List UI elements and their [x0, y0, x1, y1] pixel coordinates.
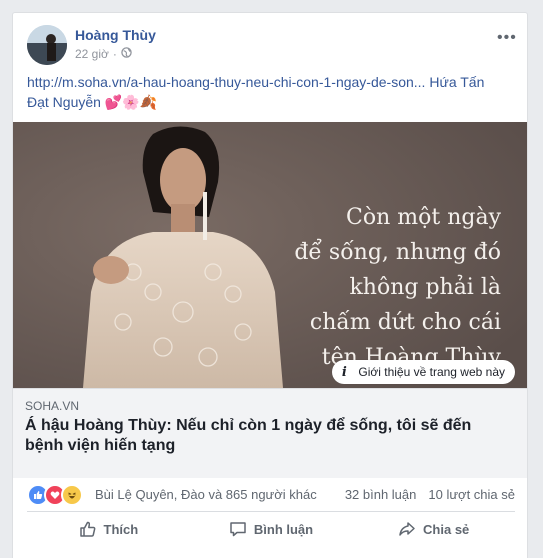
avatar[interactable]	[27, 25, 67, 65]
haha-icon	[61, 484, 83, 506]
post-emoji: 💕🌸🍂	[104, 94, 158, 110]
more-options-icon[interactable]: •••	[497, 30, 516, 47]
post-link[interactable]: http://m.soha.vn/a-hau-hoang-thuy-neu-ch…	[27, 74, 425, 90]
post-card: Hoàng Thùy 22 giờ · ••• http://m.soha.vn…	[12, 12, 528, 558]
link-title[interactable]: Á hậu Hoàng Thùy: Nếu chỉ còn 1 ngày để …	[25, 416, 513, 456]
link-domain: SOHA.VN	[25, 399, 80, 413]
caption-line: không phải là	[349, 275, 501, 300]
shares-count[interactable]: 10 lượt chia sẻ	[428, 487, 515, 502]
meta-separator: ·	[112, 47, 117, 61]
about-site-label: Giới thiệu về trang web này	[358, 365, 505, 379]
action-bar: Thích Bình luận Chia sẻ	[27, 513, 515, 545]
comment-button[interactable]: Bình luận	[190, 513, 353, 545]
comment-icon	[229, 520, 247, 538]
caption-line: Còn một ngày	[346, 205, 501, 230]
reaction-icons[interactable]	[27, 484, 83, 506]
globe-icon	[121, 47, 132, 61]
post-meta: 22 giờ ·	[75, 47, 132, 61]
caption-line: chấm dứt cho cái	[309, 310, 501, 335]
post-time[interactable]: 22 giờ	[75, 47, 109, 61]
reactors-text[interactable]: Bùi Lệ Quyên, Đào và 865 người khác	[95, 487, 317, 502]
share-label: Chia sẻ	[423, 521, 470, 537]
link-preview[interactable]: SOHA.VN Á hậu Hoàng Thùy: Nếu chỉ còn 1 …	[13, 388, 527, 478]
thumbs-up-icon	[79, 520, 97, 538]
engagement-counts: 32 bình luận 10 lượt chia sẻ	[345, 487, 515, 502]
caption-line: để sống, nhưng đó	[294, 240, 501, 265]
share-icon	[398, 520, 416, 538]
like-label: Thích	[103, 521, 139, 537]
info-icon: i	[341, 364, 347, 380]
image-caption: Còn một ngày để sống, nhưng đó không phả…	[241, 200, 501, 375]
reactions-bar: Bùi Lệ Quyên, Đào và 865 người khác 32 b…	[27, 478, 515, 510]
post-text: http://m.soha.vn/a-hau-hoang-thuy-neu-ch…	[27, 72, 507, 112]
like-button[interactable]: Thích	[27, 513, 190, 545]
author-name[interactable]: Hoàng Thùy	[75, 27, 156, 43]
post-header: Hoàng Thùy 22 giờ · •••	[27, 25, 516, 65]
comment-label: Bình luận	[253, 521, 314, 537]
share-button[interactable]: Chia sẻ	[352, 513, 515, 545]
divider	[27, 511, 515, 512]
preview-image[interactable]: Còn một ngày để sống, nhưng đó không phả…	[13, 122, 527, 388]
about-site-button[interactable]: i Giới thiệu về trang web này	[332, 360, 515, 384]
comments-count[interactable]: 32 bình luận	[345, 487, 417, 502]
